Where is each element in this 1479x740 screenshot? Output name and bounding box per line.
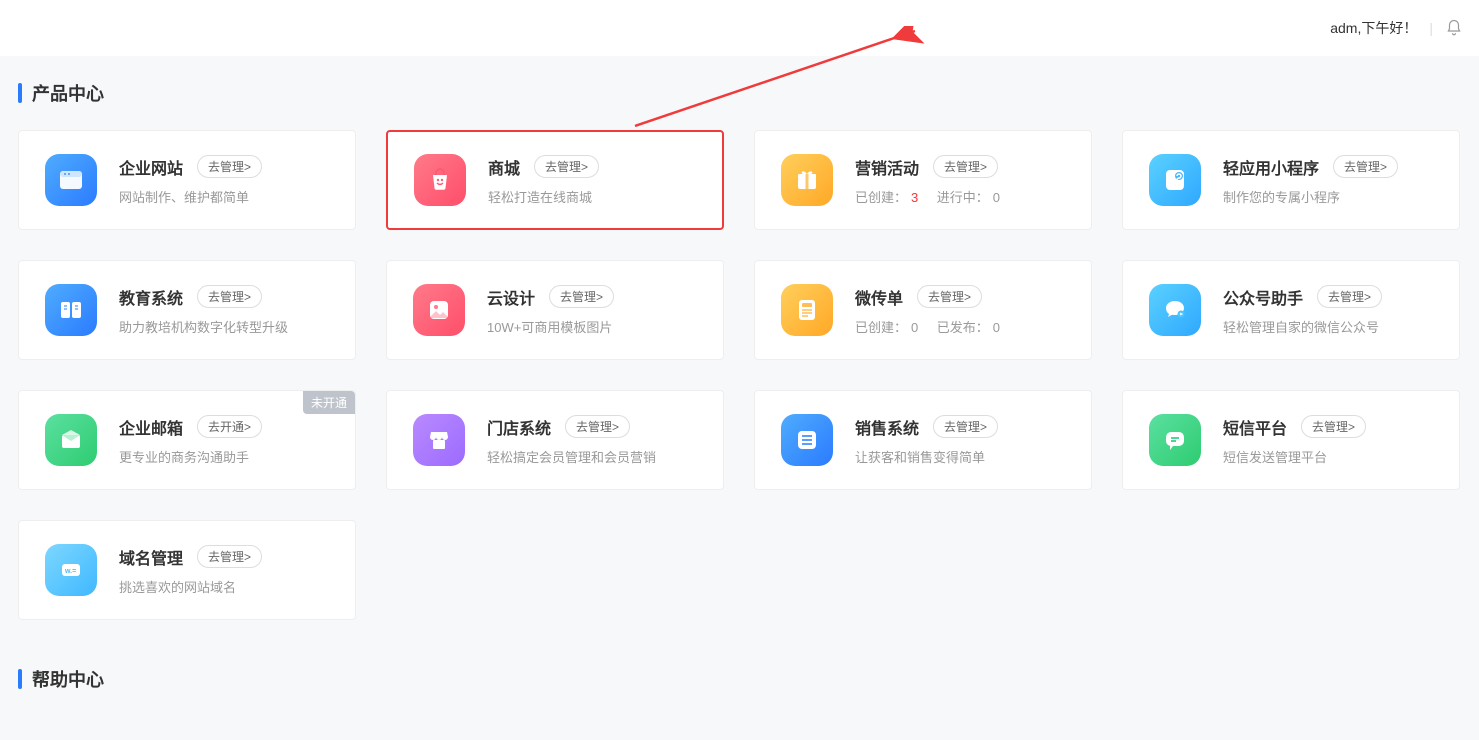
created-label: 已创建：	[855, 320, 907, 335]
card-education[interactable]: 教育系统 去管理> 助力教培机构数字化转型升级	[18, 260, 356, 360]
card-subtitle: 轻松管理自家的微信公众号	[1223, 317, 1439, 336]
manage-button[interactable]: 去管理>	[1301, 415, 1366, 438]
card-title: 营销活动	[855, 155, 919, 179]
list-icon	[781, 414, 833, 466]
card-title: 轻应用小程序	[1223, 155, 1319, 179]
miniapp-icon	[1149, 154, 1201, 206]
manage-button[interactable]: 去管理>	[565, 415, 630, 438]
unopened-tag: 未开通	[303, 391, 355, 414]
manage-button[interactable]: 去管理>	[197, 285, 262, 308]
title-bar	[18, 83, 22, 103]
card-title: 云设计	[487, 285, 535, 309]
card-sms[interactable]: 短信平台 去管理> 短信发送管理平台	[1122, 390, 1460, 490]
card-title: 域名管理	[119, 545, 183, 569]
manage-button[interactable]: 去管理>	[197, 545, 262, 568]
card-title: 微传单	[855, 285, 903, 309]
manage-button[interactable]: 去管理>	[933, 155, 998, 178]
manage-button[interactable]: 去管理>	[1333, 155, 1398, 178]
card-subtitle: 更专业的商务沟通助手	[119, 447, 335, 466]
card-subtitle: 挑选喜欢的网站域名	[119, 577, 335, 596]
greeting-text: adm,下午好！	[1330, 18, 1417, 38]
manage-button[interactable]: 去管理>	[917, 285, 982, 308]
card-subtitle: 让获客和销售变得简单	[855, 447, 1071, 466]
flyer-icon	[781, 284, 833, 336]
published-count: 0	[993, 320, 1000, 335]
card-title: 门店系统	[487, 415, 551, 439]
wechat-icon	[1149, 284, 1201, 336]
ongoing-count: 0	[993, 190, 1000, 205]
card-subtitle: 网站制作、维护都简单	[119, 187, 335, 206]
manage-button[interactable]: 去管理>	[1317, 285, 1382, 308]
card-title: 教育系统	[119, 285, 183, 309]
products-grid: 企业网站 去管理> 网站制作、维护都简单 商城 去管理> 轻松打造在线商城	[18, 130, 1461, 620]
store-icon	[413, 414, 465, 466]
chat-icon	[1149, 414, 1201, 466]
card-sales[interactable]: 销售系统 去管理> 让获客和销售变得简单	[754, 390, 1092, 490]
help-title-text: 帮助中心	[32, 666, 104, 692]
section-title-products: 产品中心	[18, 80, 1461, 106]
card-store[interactable]: 门店系统 去管理> 轻松搞定会员管理和会员营销	[386, 390, 724, 490]
content-area: 产品中心 企业网站 去管理> 网站制作、维护都简单 商城	[0, 56, 1479, 692]
card-email[interactable]: 未开通 企业邮箱 去开通> 更专业的商务沟通助手	[18, 390, 356, 490]
card-subtitle: 已创建： 3 进行中： 0	[855, 187, 1071, 206]
manage-button[interactable]: 去管理>	[197, 155, 262, 178]
published-label: 已发布：	[937, 320, 989, 335]
image-icon	[413, 284, 465, 336]
gift-icon	[781, 154, 833, 206]
manage-button[interactable]: 去管理>	[549, 285, 614, 308]
section-title-help: 帮助中心	[18, 666, 1461, 692]
card-title: 短信平台	[1223, 415, 1287, 439]
topbar: adm,下午好！ |	[0, 0, 1479, 56]
card-mall[interactable]: 商城 去管理> 轻松打造在线商城	[386, 130, 724, 230]
manage-button[interactable]: 去管理>	[534, 155, 599, 178]
card-miniapp[interactable]: 轻应用小程序 去管理> 制作您的专属小程序	[1122, 130, 1460, 230]
bell-icon[interactable]	[1445, 19, 1463, 37]
manage-button[interactable]: 去管理>	[933, 415, 998, 438]
card-subtitle: 10W+可商用模板图片	[487, 317, 703, 336]
card-domain[interactable]: w.= 域名管理 去管理> 挑选喜欢的网站域名	[18, 520, 356, 620]
ongoing-label: 进行中：	[937, 190, 989, 205]
title-bar	[18, 669, 22, 689]
card-subtitle: 已创建： 0 已发布： 0	[855, 317, 1071, 336]
card-subtitle: 轻松打造在线商城	[488, 187, 702, 206]
card-title: 企业网站	[119, 155, 183, 179]
shopping-bag-icon	[414, 154, 466, 206]
domain-icon: w.=	[45, 544, 97, 596]
window-icon	[45, 154, 97, 206]
card-title: 商城	[488, 155, 520, 179]
card-title: 企业邮箱	[119, 415, 183, 439]
card-flyer[interactable]: 微传单 去管理> 已创建： 0 已发布： 0	[754, 260, 1092, 360]
card-subtitle: 制作您的专属小程序	[1223, 187, 1439, 206]
svg-text:w.=: w.=	[64, 568, 76, 575]
card-subtitle: 轻松搞定会员管理和会员营销	[487, 447, 703, 466]
open-button[interactable]: 去开通>	[197, 415, 262, 438]
card-subtitle: 短信发送管理平台	[1223, 447, 1439, 466]
products-title-text: 产品中心	[32, 80, 104, 106]
card-title: 销售系统	[855, 415, 919, 439]
card-title: 公众号助手	[1223, 285, 1303, 309]
card-subtitle: 助力教培机构数字化转型升级	[119, 317, 335, 336]
card-marketing[interactable]: 营销活动 去管理> 已创建： 3 进行中： 0	[754, 130, 1092, 230]
card-wechat-official[interactable]: 公众号助手 去管理> 轻松管理自家的微信公众号	[1122, 260, 1460, 360]
card-cloud-design[interactable]: 云设计 去管理> 10W+可商用模板图片	[386, 260, 724, 360]
created-count: 0	[911, 320, 918, 335]
book-icon	[45, 284, 97, 336]
divider: |	[1429, 20, 1433, 36]
created-count: 3	[911, 190, 918, 205]
card-enterprise-website[interactable]: 企业网站 去管理> 网站制作、维护都简单	[18, 130, 356, 230]
created-label: 已创建：	[855, 190, 907, 205]
mail-icon	[45, 414, 97, 466]
